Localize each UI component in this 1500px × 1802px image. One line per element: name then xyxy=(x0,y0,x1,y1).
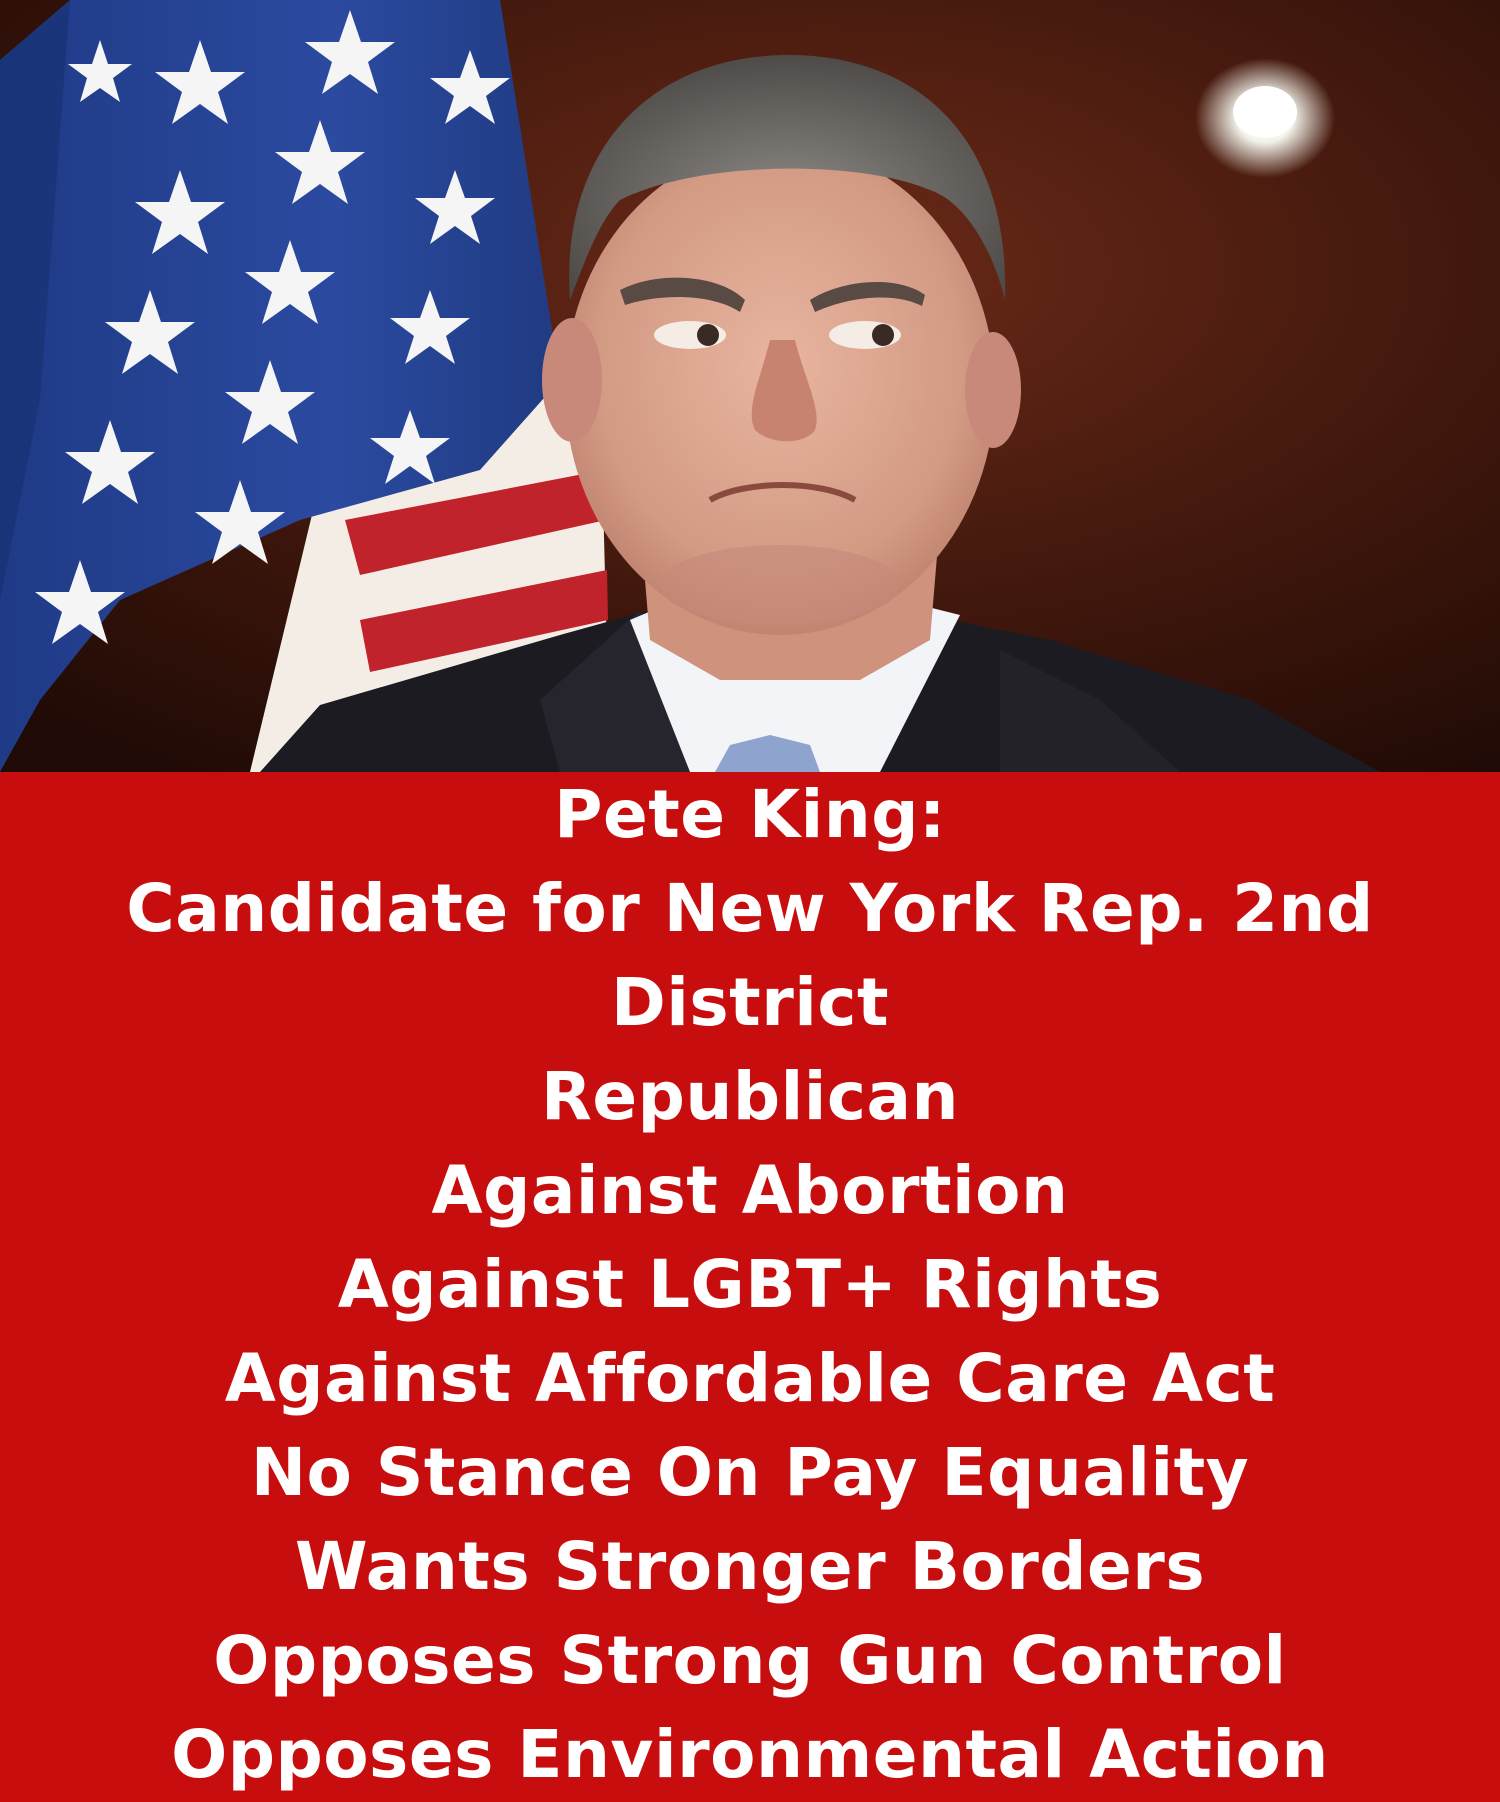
position-lgbt-rights: Against LGBT+ Rights xyxy=(337,1246,1163,1323)
candidate-name: Pete King: xyxy=(554,776,946,853)
position-borders: Wants Stronger Borders xyxy=(294,1528,1206,1605)
candidate-info-panel: Pete King: Candidate for New York Rep. 2… xyxy=(0,772,1500,1800)
candidacy-line-2: District xyxy=(610,964,890,1041)
portrait-photo xyxy=(0,0,1500,772)
party-affiliation: Republican xyxy=(541,1058,959,1135)
position-environment: Opposes Environmental Action xyxy=(171,1716,1329,1793)
position-affordable-care-act: Against Affordable Care Act xyxy=(224,1340,1276,1417)
candidacy-line-1: Candidate for New York Rep. 2nd xyxy=(126,870,1374,947)
ceiling-light-icon xyxy=(1195,58,1335,178)
position-abortion: Against Abortion xyxy=(431,1152,1069,1229)
position-gun-control: Opposes Strong Gun Control xyxy=(213,1622,1287,1699)
position-pay-equality: No Stance On Pay Equality xyxy=(250,1434,1250,1511)
